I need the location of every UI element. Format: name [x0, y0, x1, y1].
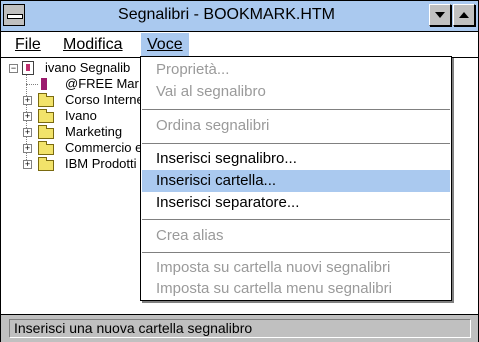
folder-icon: [38, 157, 54, 171]
title-bar[interactable]: Segnalibri - BOOKMARK.HTM: [1, 1, 478, 32]
expand-icon[interactable]: +: [23, 112, 32, 121]
triangle-down-icon: [435, 12, 445, 18]
menu-item-inserisci-segnalibro[interactable]: Inserisci segnalibro...: [142, 148, 450, 170]
menu-item-imposta-nuovi-segnalibri[interactable]: Imposta su cartella nuovi segnalibri: [142, 257, 450, 279]
menu-item-vai-al-segnalibro[interactable]: Vai al segnalibro: [142, 81, 450, 103]
minimize-button[interactable]: [429, 4, 451, 26]
tree-item-label: Ivano: [65, 108, 97, 123]
collapse-icon[interactable]: −: [9, 64, 18, 73]
triangle-up-icon: [459, 12, 469, 18]
window-title: Segnalibri - BOOKMARK.HTM: [118, 6, 335, 23]
tree-item-label: @FREE Mar: [65, 76, 139, 91]
folder-icon: [38, 109, 54, 123]
bookmark-file-icon: [22, 61, 34, 75]
menu-voce[interactable]: Voce: [141, 33, 189, 56]
expand-icon[interactable]: +: [23, 128, 32, 137]
tree-item-label: Marketing: [65, 124, 123, 139]
menu-item-ordina-segnalibri[interactable]: Ordina segnalibri: [142, 115, 450, 137]
menu-modifica[interactable]: Modifica: [57, 33, 129, 56]
tree-root-label: ivano Segnalib: [45, 60, 131, 75]
status-text: Inserisci una nuova cartella segnalibro: [9, 319, 471, 338]
status-bar: Inserisci una nuova cartella segnalibro: [1, 314, 478, 342]
tree-connector: [26, 84, 38, 85]
expand-icon[interactable]: +: [23, 144, 32, 153]
folder-icon: [38, 125, 54, 139]
tree-item-label: Commercio e: [65, 140, 143, 155]
bookmark-icon: [41, 78, 47, 90]
expand-icon[interactable]: +: [23, 160, 32, 169]
system-menu-button[interactable]: [3, 4, 25, 26]
menu-separator: [142, 109, 450, 110]
folder-icon: [38, 93, 54, 107]
menu-item-proprieta[interactable]: Proprietà...: [142, 59, 450, 81]
menu-item-imposta-menu-segnalibri[interactable]: Imposta su cartella menu segnalibri: [142, 278, 450, 300]
menu-bar: File Modifica Voce: [1, 32, 478, 58]
maximize-button[interactable]: [453, 4, 475, 26]
menu-separator: [142, 252, 450, 253]
menu-separator: [142, 143, 450, 144]
menu-file[interactable]: File: [9, 33, 47, 56]
menu-item-inserisci-cartella[interactable]: Inserisci cartella...: [142, 170, 450, 192]
menu-item-inserisci-separatore[interactable]: Inserisci separatore...: [142, 192, 450, 214]
voce-dropdown-menu: Proprietà... Vai al segnalibro Ordina se…: [140, 56, 452, 301]
tree-item-label: IBM Prodotti: [65, 156, 137, 171]
tree-item-label: Corso Interne: [65, 92, 144, 107]
menu-item-crea-alias[interactable]: Crea alias: [142, 225, 450, 247]
expand-icon[interactable]: +: [23, 96, 32, 105]
system-menu-icon: [7, 14, 23, 19]
folder-icon: [38, 141, 54, 155]
menu-separator: [142, 219, 450, 220]
